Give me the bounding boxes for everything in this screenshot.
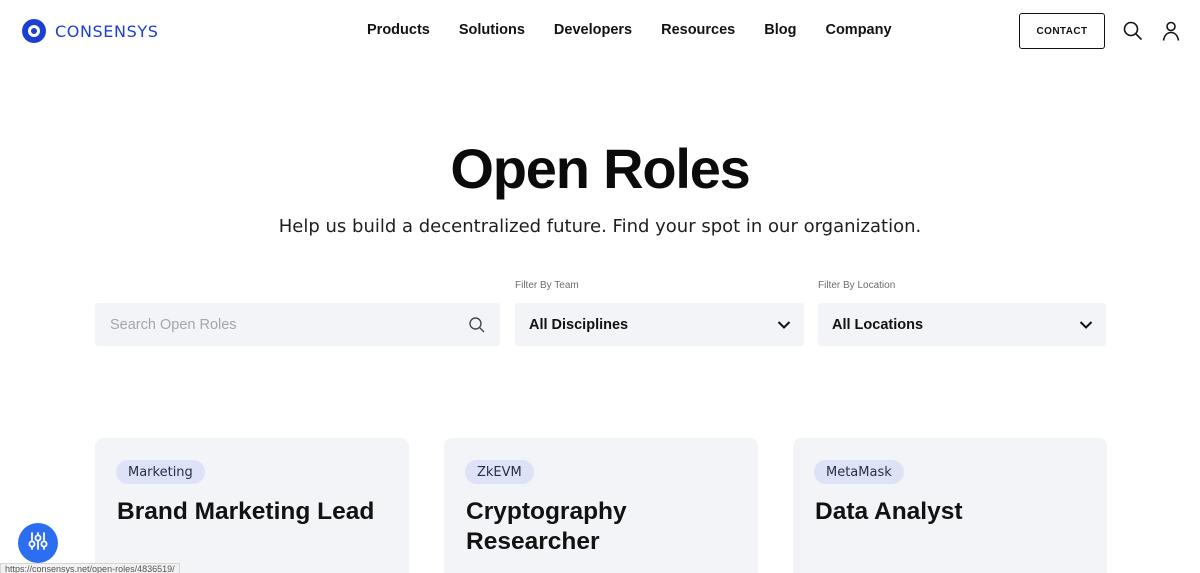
- page-title: Open Roles: [450, 137, 750, 200]
- sliders-icon: [27, 530, 49, 557]
- user-icon[interactable]: [1160, 20, 1182, 42]
- nav-developers[interactable]: Developers: [554, 22, 632, 38]
- role-title: Brand Marketing Lead: [117, 498, 375, 525]
- role-card[interactable]: ZkEVM Cryptography Researcher: [444, 438, 758, 573]
- filter-team-label: Filter By Team: [515, 280, 579, 291]
- nav-blog[interactable]: Blog: [764, 22, 796, 38]
- location-filter-value: All Locations: [832, 316, 924, 333]
- consensys-logo-icon: [22, 19, 46, 43]
- role-team-tag: ZkEVM: [465, 460, 534, 484]
- nav-resources[interactable]: Resources: [661, 22, 735, 38]
- filter-location-label: Filter By Location: [818, 280, 896, 291]
- main-nav: Products Solutions Developers Resources …: [367, 22, 892, 38]
- search-icon[interactable]: [1122, 20, 1144, 42]
- role-team-tag: Marketing: [116, 460, 205, 484]
- team-filter-value: All Disciplines: [529, 316, 629, 333]
- accessibility-settings-button[interactable]: [18, 523, 58, 563]
- search-roles-box[interactable]: [95, 303, 500, 346]
- nav-solutions[interactable]: Solutions: [459, 22, 525, 38]
- nav-products[interactable]: Products: [367, 22, 430, 38]
- link-preview-status: https://consensys.net/open-roles/4836519…: [0, 563, 180, 573]
- search-roles-input[interactable]: [110, 316, 468, 333]
- page-subtitle: Help us build a decentralized future. Fi…: [278, 216, 922, 237]
- consensys-logo[interactable]: CONSENSYS: [22, 19, 158, 43]
- role-team-tag: MetaMask: [814, 460, 904, 484]
- team-filter-select[interactable]: All Disciplines: [515, 303, 804, 346]
- location-filter-select[interactable]: All Locations: [818, 303, 1106, 346]
- nav-company[interactable]: Company: [825, 22, 891, 38]
- role-card[interactable]: Marketing Brand Marketing Lead: [95, 438, 409, 573]
- search-icon[interactable]: [468, 316, 486, 334]
- role-card[interactable]: MetaMask Data Analyst: [793, 438, 1107, 573]
- role-title: Data Analyst: [815, 498, 963, 525]
- role-title: Cryptography Researcher: [466, 498, 627, 555]
- chevron-down-icon: [776, 317, 792, 333]
- chevron-down-icon: [1078, 317, 1094, 333]
- contact-button[interactable]: CONTACT: [1019, 13, 1105, 49]
- site-header: CONSENSYS Products Solutions Developers …: [0, 0, 1200, 64]
- logo-text: CONSENSYS: [55, 21, 159, 41]
